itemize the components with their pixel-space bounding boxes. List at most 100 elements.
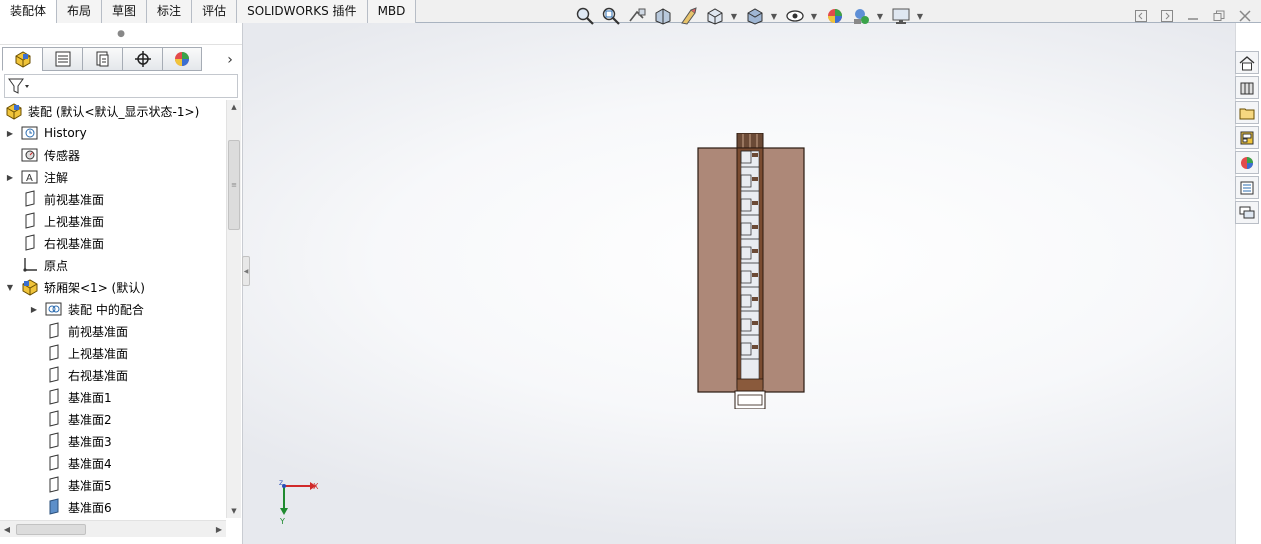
plane-icon xyxy=(20,233,40,253)
tree-node[interactable]: 前视基准面 xyxy=(4,188,104,210)
file-explorer-icon[interactable] xyxy=(1235,101,1259,124)
scroll-right-icon[interactable]: ▶ xyxy=(212,522,226,536)
tree-node[interactable]: 上视基准面 xyxy=(28,342,128,364)
tab-evaluate[interactable]: 评估 xyxy=(192,0,238,23)
history-icon xyxy=(20,123,40,143)
zoom-area-icon[interactable] xyxy=(600,6,622,26)
display-style-icon[interactable] xyxy=(744,6,766,26)
dynamic-annotation-icon[interactable] xyxy=(678,6,700,26)
tree-node[interactable]: 原点 xyxy=(4,254,68,276)
tree-node[interactable]: 基准面2 xyxy=(28,408,112,430)
collapse-left-icon[interactable] xyxy=(1128,7,1154,25)
horizontal-scroll-thumb[interactable] xyxy=(16,524,86,535)
display-style-dropdown-icon[interactable]: ▼ xyxy=(770,6,778,26)
tab-assembly[interactable]: 装配体 xyxy=(0,0,58,23)
tab-mbd[interactable]: MBD xyxy=(367,0,417,23)
appearances-icon[interactable] xyxy=(1235,151,1259,174)
view-settings-icon[interactable] xyxy=(890,6,912,26)
feature-manager-panel: ● › 装配 (默认<默认_显示状态-1>) ▶ History 传感器 ▶ A 注解前视基… xyxy=(0,23,243,544)
tree-node[interactable]: ▼ 轿厢架<1> (默认) xyxy=(4,276,145,298)
expand-arrow-icon[interactable]: ▶ xyxy=(4,127,16,139)
tree-node[interactable]: 前视基准面 xyxy=(28,320,128,342)
tab-markup[interactable]: 标注 xyxy=(147,0,193,23)
plane-filled-icon xyxy=(44,497,64,517)
view-orientation-icon[interactable] xyxy=(704,6,726,26)
tree-node[interactable]: 上视基准面 xyxy=(4,210,104,232)
tree-node[interactable]: 传感器 xyxy=(4,144,80,166)
apply-scene-icon[interactable] xyxy=(850,6,872,26)
tree-node[interactable]: 装配 (默认<默认_显示状态-1>) xyxy=(4,100,199,122)
collapse-right-icon[interactable] xyxy=(1154,7,1180,25)
scroll-up-icon[interactable]: ▲ xyxy=(227,100,241,114)
panel-splitter-handle[interactable]: ◀ xyxy=(242,256,250,286)
hide-show-dropdown-icon[interactable]: ▼ xyxy=(810,6,818,26)
displaymanager-tab[interactable] xyxy=(162,47,202,71)
tree-node[interactable]: 右视基准面 xyxy=(28,364,128,386)
view-palette-icon[interactable] xyxy=(1235,126,1259,149)
graphics-area[interactable] xyxy=(243,23,1235,544)
restore-icon[interactable] xyxy=(1206,7,1232,25)
edit-appearance-icon[interactable] xyxy=(824,6,846,26)
tree-node-label: 右视基准面 xyxy=(44,236,105,251)
section-view-icon[interactable] xyxy=(652,6,674,26)
collapse-arrow-icon[interactable]: ▼ xyxy=(4,281,16,293)
zoom-to-fit-icon[interactable] xyxy=(574,6,596,26)
scroll-down-icon[interactable]: ▼ xyxy=(227,504,241,518)
feature-tree: 装配 (默认<默认_显示状态-1>) ▶ History 传感器 ▶ A 注解 前视基准面 上视… xyxy=(0,100,226,518)
tree-node[interactable]: 基准面1 xyxy=(28,386,112,408)
panel-grip-icon[interactable]: ● xyxy=(0,23,242,45)
tree-node-label: 基准面1 xyxy=(68,390,112,405)
hide-show-items-icon[interactable] xyxy=(784,6,806,26)
tree-node-label: 基准面5 xyxy=(68,478,112,493)
triad-z-label: Z xyxy=(279,480,283,487)
previous-view-icon[interactable] xyxy=(626,6,648,26)
tree-horizontal-scrollbar[interactable]: ◀ ▶ xyxy=(0,520,226,537)
svg-text:A: A xyxy=(26,173,33,184)
tab-sketch[interactable]: 草图 xyxy=(102,0,148,23)
expand-arrow-icon[interactable]: ▶ xyxy=(28,303,40,315)
plane-icon xyxy=(44,343,64,363)
home-icon[interactable] xyxy=(1235,51,1259,74)
tree-node-label: 前视基准面 xyxy=(44,192,105,207)
tree-node[interactable]: ▶ History xyxy=(4,122,87,144)
origin-icon xyxy=(20,255,40,275)
tree-vertical-scrollbar[interactable]: ▲ ≡ ▼ xyxy=(226,100,241,518)
view-orientation-dropdown-icon[interactable]: ▼ xyxy=(730,6,738,26)
design-library-icon[interactable] xyxy=(1235,76,1259,99)
minimize-icon[interactable] xyxy=(1180,7,1206,25)
tree-node[interactable]: 基准面3 xyxy=(28,430,112,452)
assembly-model[interactable] xyxy=(697,133,805,409)
configurationmanager-tab[interactable] xyxy=(82,47,122,71)
expand-arrow-icon[interactable]: ▶ xyxy=(4,171,16,183)
tree-node-label: 传感器 xyxy=(44,148,81,163)
tree-node[interactable]: 基准面5 xyxy=(28,474,112,496)
tree-node-label: 基准面6 xyxy=(68,500,112,515)
forum-icon[interactable] xyxy=(1235,201,1259,224)
tree-node-label: 上视基准面 xyxy=(68,346,129,361)
tree-node[interactable]: ▶ A 注解 xyxy=(4,166,68,188)
chevron-right-icon[interactable]: › xyxy=(222,51,238,69)
custom-properties-icon[interactable] xyxy=(1235,176,1259,199)
dimxpertmanager-tab[interactable] xyxy=(122,47,162,71)
propertymanager-tab[interactable] xyxy=(42,47,82,71)
view-settings-dropdown-icon[interactable]: ▼ xyxy=(916,6,924,26)
configurationmanager-icon xyxy=(96,51,108,67)
task-pane-tabs xyxy=(1235,51,1261,224)
tree-node[interactable]: 基准面6 xyxy=(28,496,112,518)
plane-icon xyxy=(44,453,64,473)
featuremanager-tab[interactable] xyxy=(2,47,42,71)
scroll-left-icon[interactable]: ◀ xyxy=(0,522,14,536)
tree-node[interactable]: 基准面4 xyxy=(28,452,112,474)
tab-layout[interactable]: 布局 xyxy=(57,0,103,23)
tree-node[interactable]: ▶ 装配 中的配合 xyxy=(28,298,144,320)
apply-scene-dropdown-icon[interactable]: ▼ xyxy=(876,6,884,26)
tree-node-label: 注解 xyxy=(44,170,69,185)
scroll-thumb[interactable]: ≡ xyxy=(228,140,240,230)
tree-filter[interactable] xyxy=(4,74,238,98)
mates-icon xyxy=(44,299,64,319)
tree-node[interactable]: 右视基准面 xyxy=(4,232,104,254)
tab-solidworks-addins[interactable]: SOLIDWORKS 插件 xyxy=(237,0,368,23)
